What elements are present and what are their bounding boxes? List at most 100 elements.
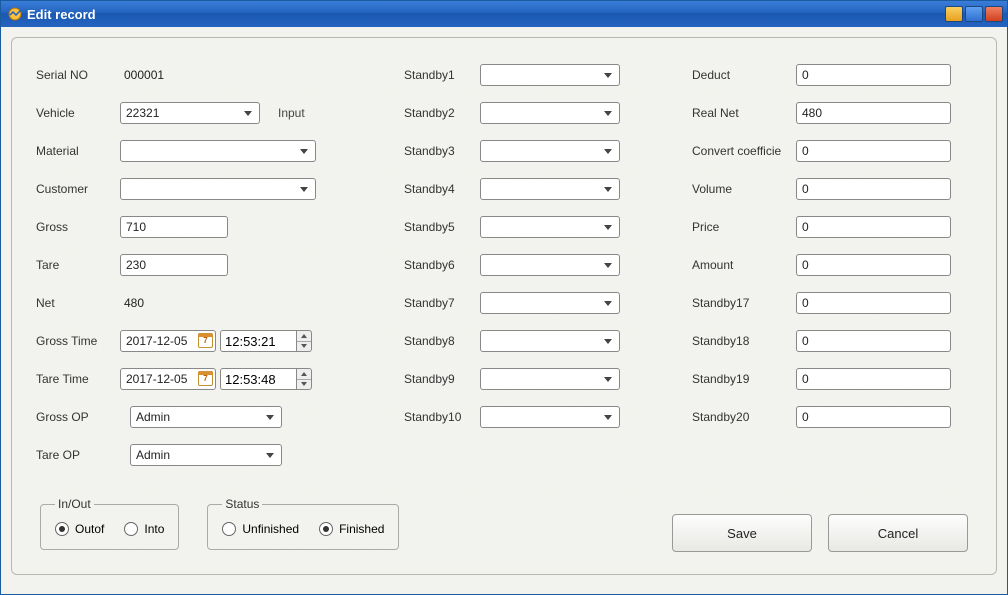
deduct-label: Deduct xyxy=(692,68,796,82)
standby8-combo[interactable] xyxy=(480,330,620,352)
tare-time-input[interactable] xyxy=(220,368,296,390)
spin-down-button[interactable] xyxy=(297,380,311,390)
standby20-label: Standby20 xyxy=(692,410,796,424)
radio-icon xyxy=(319,522,333,536)
status-legend: Status xyxy=(222,497,262,511)
net-value: 480 xyxy=(120,296,144,310)
standby6-combo[interactable] xyxy=(480,254,620,276)
spin-up-button[interactable] xyxy=(297,369,311,380)
spin-down-button[interactable] xyxy=(297,342,311,352)
chevron-down-icon xyxy=(301,344,307,348)
close-button[interactable] xyxy=(985,6,1003,22)
real-net-label: Real Net xyxy=(692,106,796,120)
chevron-up-icon xyxy=(301,334,307,338)
radio-icon xyxy=(222,522,236,536)
serial-no-label: Serial NO xyxy=(36,68,120,82)
window-title: Edit record xyxy=(27,7,945,22)
material-combo[interactable] xyxy=(120,140,316,162)
tare-label: Tare xyxy=(36,258,120,272)
price-input[interactable] xyxy=(796,216,951,238)
inout-outof-label: Outof xyxy=(75,522,104,536)
customer-label: Customer xyxy=(36,182,120,196)
status-unfinished-label: Unfinished xyxy=(242,522,299,536)
inout-legend: In/Out xyxy=(55,497,94,511)
standby18-input[interactable] xyxy=(796,330,951,352)
standby3-label: Standby3 xyxy=(404,144,480,158)
status-finished-radio[interactable]: Finished xyxy=(319,522,384,536)
inout-group: In/Out Outof Into xyxy=(40,497,179,550)
form-panel: Serial NO 000001 Vehicle Input Material … xyxy=(11,37,997,575)
tare-time-spinner xyxy=(296,368,312,390)
standby6-label: Standby6 xyxy=(404,258,480,272)
inout-outof-radio[interactable]: Outof xyxy=(55,522,104,536)
standby10-combo[interactable] xyxy=(480,406,620,428)
standby17-label: Standby17 xyxy=(692,296,796,310)
vehicle-combo[interactable] xyxy=(120,102,260,124)
standby2-combo[interactable] xyxy=(480,102,620,124)
chevron-down-icon xyxy=(301,382,307,386)
radio-icon xyxy=(55,522,69,536)
amount-label: Amount xyxy=(692,258,796,272)
gross-op-label: Gross OP xyxy=(36,410,120,424)
calendar-icon[interactable]: 7 xyxy=(198,333,213,348)
minimize-button[interactable] xyxy=(945,6,963,22)
net-label: Net xyxy=(36,296,120,310)
standby1-label: Standby1 xyxy=(404,68,480,82)
standby19-input[interactable] xyxy=(796,368,951,390)
volume-label: Volume xyxy=(692,182,796,196)
vehicle-hint: Input xyxy=(278,106,305,120)
inout-into-label: Into xyxy=(144,522,164,536)
convert-coeff-label: Convert coefficie xyxy=(692,144,796,158)
price-label: Price xyxy=(692,220,796,234)
standby8-label: Standby8 xyxy=(404,334,480,348)
standby7-combo[interactable] xyxy=(480,292,620,314)
volume-input[interactable] xyxy=(796,178,951,200)
save-button[interactable]: Save xyxy=(672,514,812,552)
vehicle-label: Vehicle xyxy=(36,106,120,120)
standby20-input[interactable] xyxy=(796,406,951,428)
standby9-label: Standby9 xyxy=(404,372,480,386)
spin-up-button[interactable] xyxy=(297,331,311,342)
customer-combo[interactable] xyxy=(120,178,316,200)
standby2-label: Standby2 xyxy=(404,106,480,120)
standby4-label: Standby4 xyxy=(404,182,480,196)
standby17-input[interactable] xyxy=(796,292,951,314)
status-group: Status Unfinished Finished xyxy=(207,497,399,550)
calendar-icon[interactable]: 7 xyxy=(198,371,213,386)
status-unfinished-radio[interactable]: Unfinished xyxy=(222,522,299,536)
status-finished-label: Finished xyxy=(339,522,384,536)
standby5-combo[interactable] xyxy=(480,216,620,238)
tare-input[interactable] xyxy=(120,254,228,276)
gross-op-combo[interactable] xyxy=(130,406,282,428)
standby3-combo[interactable] xyxy=(480,140,620,162)
deduct-input[interactable] xyxy=(796,64,951,86)
col-left: Serial NO 000001 Vehicle Input Material … xyxy=(36,56,396,474)
convert-coeff-input[interactable] xyxy=(796,140,951,162)
standby1-combo[interactable] xyxy=(480,64,620,86)
gross-input[interactable] xyxy=(120,216,228,238)
gross-time-spinner xyxy=(296,330,312,352)
app-icon xyxy=(7,6,23,22)
radio-icon xyxy=(124,522,138,536)
amount-input[interactable] xyxy=(796,254,951,276)
chevron-up-icon xyxy=(301,372,307,376)
inout-into-radio[interactable]: Into xyxy=(124,522,164,536)
standby18-label: Standby18 xyxy=(692,334,796,348)
tare-op-combo[interactable] xyxy=(130,444,282,466)
standby5-label: Standby5 xyxy=(404,220,480,234)
titlebar[interactable]: Edit record xyxy=(1,1,1007,27)
window-controls xyxy=(945,6,1003,22)
cancel-button[interactable]: Cancel xyxy=(828,514,968,552)
col-right: Deduct Real Net Convert coefficie Volume… xyxy=(692,56,952,474)
standby4-combo[interactable] xyxy=(480,178,620,200)
serial-no-value: 000001 xyxy=(120,68,164,82)
col-middle: Standby1 Standby2 Standby3 Standby4 Stan… xyxy=(404,56,684,474)
real-net-input[interactable] xyxy=(796,102,951,124)
maximize-button[interactable] xyxy=(965,6,983,22)
gross-time-input[interactable] xyxy=(220,330,296,352)
gross-label: Gross xyxy=(36,220,120,234)
standby9-combo[interactable] xyxy=(480,368,620,390)
standby7-label: Standby7 xyxy=(404,296,480,310)
standby10-label: Standby10 xyxy=(404,410,480,424)
tare-time-label: Tare Time xyxy=(36,372,120,386)
